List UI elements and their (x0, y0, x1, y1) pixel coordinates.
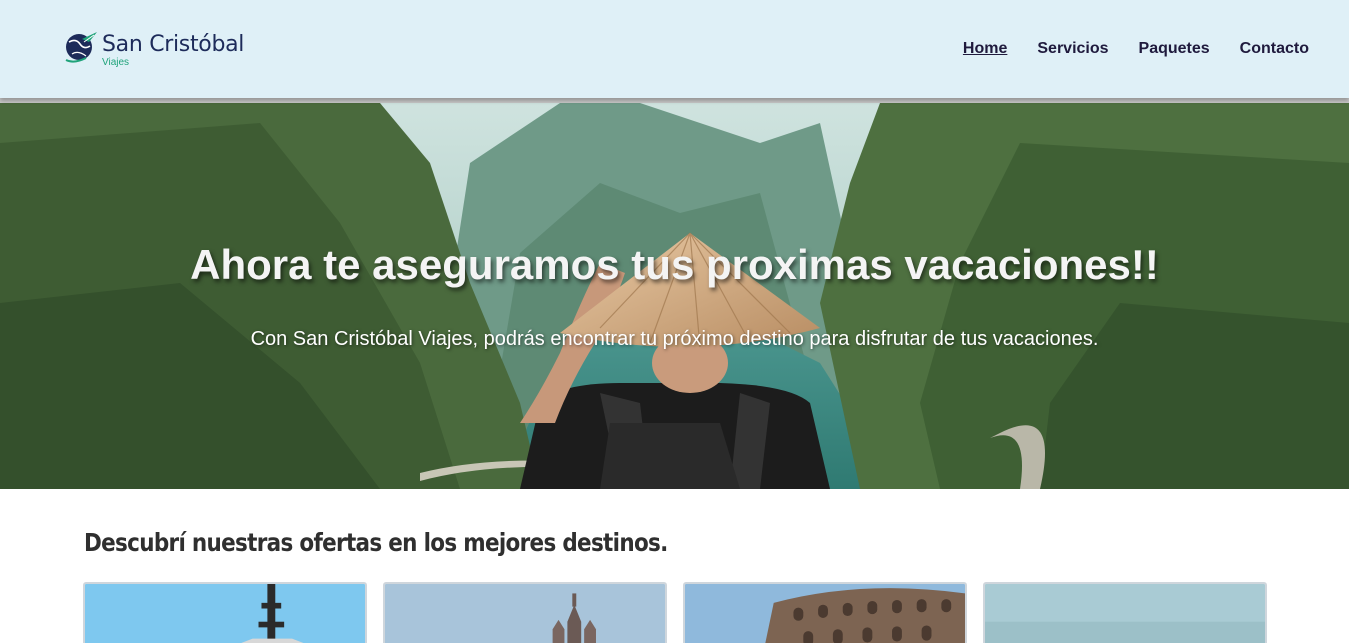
offer-card-1[interactable] (83, 582, 367, 643)
hero-banner: Ahora te aseguramos tus proximas vacacio… (0, 103, 1349, 489)
brand-name-part1: San (102, 32, 150, 57)
brand-name: San Cristóbal (102, 32, 244, 57)
nav-item-home[interactable]: Home (963, 40, 1007, 58)
offer-card-2[interactable] (383, 582, 667, 643)
header-divider (0, 98, 1349, 103)
gothic-cathedral-image (385, 584, 665, 643)
misty-landscape-image (985, 584, 1265, 643)
nav-item-contacto[interactable]: Contacto (1240, 40, 1309, 58)
site-header: San Cristóbal Viajes Home Servicios Paqu… (0, 0, 1349, 98)
brand-logo[interactable]: San Cristóbal Viajes (64, 30, 264, 72)
main-nav: Home Servicios Paquetes Contacto (963, 40, 1309, 58)
offer-card-3[interactable] (683, 582, 967, 643)
nav-item-servicios[interactable]: Servicios (1037, 40, 1108, 58)
tower-blue-sky-image (85, 584, 365, 643)
hero-title: Ahora te aseguramos tus proximas vacacio… (190, 241, 1159, 288)
colosseum-image (685, 584, 965, 643)
globe-plane-icon (65, 32, 97, 63)
brand-subtitle: Viajes (102, 57, 130, 68)
hero-image (0, 103, 1349, 489)
offer-cards (83, 582, 1267, 643)
brand-name-part2: Cristóbal (149, 32, 245, 57)
nav-item-paquetes[interactable]: Paquetes (1139, 40, 1210, 58)
offers-title: Descubrí nuestras ofertas en los mejores… (84, 528, 668, 557)
hero-subtitle: Con San Cristóbal Viajes, podrás encontr… (250, 328, 1099, 350)
offer-card-4[interactable] (983, 582, 1267, 643)
